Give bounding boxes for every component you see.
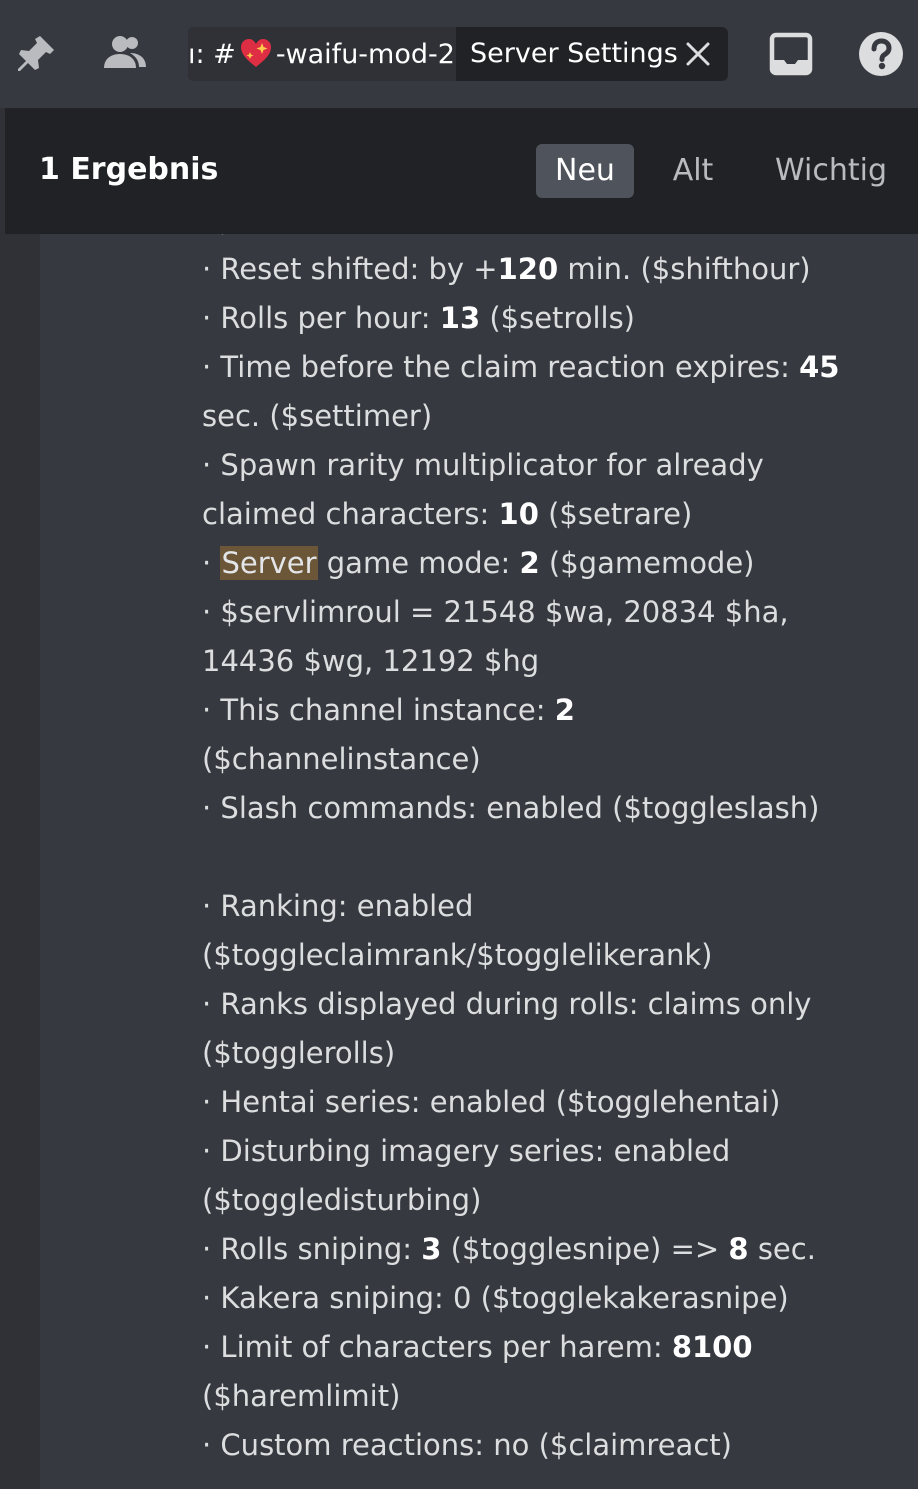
message-line: · This channel instance: 2	[202, 686, 862, 735]
message-text: · Disturbing imagery series: enabled	[202, 1134, 731, 1168]
search-result-message[interactable]: ($setinterval) · Reset shifted: by +120 m…	[40, 234, 918, 1489]
message-text: sec. ($settimer)	[202, 399, 433, 433]
message-text: ($setrare)	[538, 497, 693, 531]
sort-tab-neu[interactable]: Neu	[536, 144, 634, 198]
bold-value: 8100	[671, 1330, 753, 1364]
message-text: ($toggledisturbing)	[202, 1183, 482, 1217]
message-line: · Reset shifted: by +120 min. ($shifthou…	[202, 245, 862, 294]
message-text: claimed characters:	[202, 497, 499, 531]
message-text: ($setrolls)	[480, 301, 635, 335]
message-line: · Limit of characters per harem: 8100	[202, 1323, 862, 1372]
message-line: ($channelinstance)	[202, 735, 862, 784]
message-text: ($togglerolls)	[202, 1036, 396, 1070]
message-line: ($setinterval)	[202, 234, 862, 245]
message-line: · Custom reactions: no ($claimreact)	[202, 1421, 862, 1470]
message-line: ($toggleclaimrank/$togglelikerank)	[202, 931, 862, 980]
message-text: 14436 $wg, 12192 $hg	[202, 644, 540, 678]
message-text: · Reset shifted: by +	[202, 252, 498, 286]
search-highlight: Server	[220, 546, 318, 580]
message-text: ·	[202, 546, 221, 580]
message-line: · Hentai series: enabled ($togglehentai)	[202, 1078, 862, 1127]
message-line	[202, 833, 862, 882]
message-line: sec. ($settimer)	[202, 392, 862, 441]
message-line: · $servlimroul = 21548 $wa, 20834 $ha,	[202, 588, 862, 637]
message-content: ($setinterval) · Reset shifted: by +120 m…	[202, 234, 862, 1470]
inbox-icon[interactable]	[767, 30, 815, 78]
message-line: ($toggledisturbing)	[202, 1176, 862, 1225]
sparkling-heart-icon	[238, 36, 274, 72]
message-text: ($channelinstance)	[202, 742, 481, 776]
bold-value: 45	[799, 350, 840, 384]
bold-value: 8	[728, 1232, 749, 1266]
search-scope-label: Server Settings	[470, 38, 678, 69]
message-text: ($gamemode)	[539, 546, 755, 580]
message-text: ($togglesnipe) =>	[441, 1232, 729, 1266]
message-text: sec.	[748, 1232, 816, 1266]
message-text: · Time before the claim reaction expires…	[202, 350, 800, 384]
message-text: · Limit of characters per harem:	[202, 1330, 672, 1364]
message-text: · Kakera sniping: 0 ($togglekakerasnipe)	[202, 1281, 789, 1315]
message-line: · Spawn rarity multiplicator for already	[202, 441, 862, 490]
sort-tab-wichtig[interactable]: Wichtig	[763, 144, 899, 198]
message-line: · Server game mode: 2 ($gamemode)	[202, 539, 862, 588]
message-line: · Kakera sniping: 0 ($togglekakerasnipe)	[202, 1274, 862, 1323]
bold-value: 3	[421, 1232, 442, 1266]
search-query-suffix: -waifu-mod-2	[275, 38, 455, 70]
message-text: · This channel instance:	[202, 693, 555, 727]
message-text: ($haremlimit)	[202, 1379, 401, 1413]
message-text: ($setinterval)	[202, 234, 398, 237]
message-line: · Disturbing imagery series: enabled	[202, 1127, 862, 1176]
message-text: · Slash commands: enabled ($toggleslash)	[202, 791, 820, 825]
sort-tab-alt[interactable]: Alt	[655, 144, 731, 198]
search-box[interactable]: ı: # -waifu-mod-2 Server Settings	[188, 27, 728, 81]
message-line: ($togglerolls)	[202, 1029, 862, 1078]
message-text: min. ($shifthour)	[558, 252, 811, 286]
message-line: · Ranks displayed during rolls: claims o…	[202, 980, 862, 1029]
message-text: ($toggleclaimrank/$togglelikerank)	[202, 938, 713, 972]
bold-value: 120	[497, 252, 559, 286]
message-text: · Ranks displayed during rolls: claims o…	[202, 987, 812, 1021]
message-text: · Custom reactions: no ($claimreact)	[202, 1428, 732, 1462]
bold-value: 2	[554, 693, 575, 727]
results-header: 1 Ergebnis Neu Alt Wichtig	[5, 108, 918, 234]
message-text: · Rolls sniping:	[202, 1232, 422, 1266]
message-text: · Rolls per hour:	[202, 301, 440, 335]
bold-value: 13	[439, 301, 481, 335]
members-icon[interactable]	[100, 30, 148, 78]
message-line: · Time before the claim reaction expires…	[202, 343, 862, 392]
message-line: ($haremlimit)	[202, 1372, 862, 1421]
message-text: · Spawn rarity multiplicator for already	[202, 448, 764, 482]
message-text: · Ranking: enabled	[202, 889, 474, 923]
close-icon[interactable]	[684, 40, 712, 68]
pin-icon[interactable]	[12, 30, 60, 78]
help-icon[interactable]	[857, 30, 905, 78]
message-line: · Ranking: enabled	[202, 882, 862, 931]
message-line: · Rolls per hour: 13 ($setrolls)	[202, 294, 862, 343]
message-text: · $servlimroul = 21548 $wa, 20834 $ha,	[202, 595, 789, 629]
search-query[interactable]: ı: # -waifu-mod-2	[188, 27, 456, 81]
channel-toolbar: ı: # -waifu-mod-2 Server Settings	[0, 0, 918, 108]
bold-value: 10	[498, 497, 539, 531]
message-line: 14436 $wg, 12192 $hg	[202, 637, 862, 686]
message-line: · Slash commands: enabled ($toggleslash)	[202, 784, 862, 833]
search-results-panel: 1 Ergebnis Neu Alt Wichtig ($setinterval…	[5, 108, 918, 1489]
message-text: game mode:	[317, 546, 520, 580]
message-line: claimed characters: 10 ($setrare)	[202, 490, 862, 539]
bold-value: 2	[519, 546, 540, 580]
message-line: · Rolls sniping: 3 ($togglesnipe) => 8 s…	[202, 1225, 862, 1274]
message-text: · Hentai series: enabled ($togglehentai)	[202, 1085, 781, 1119]
result-count: 1 Ergebnis	[39, 152, 219, 187]
search-query-prefix: ı: #	[188, 38, 236, 70]
